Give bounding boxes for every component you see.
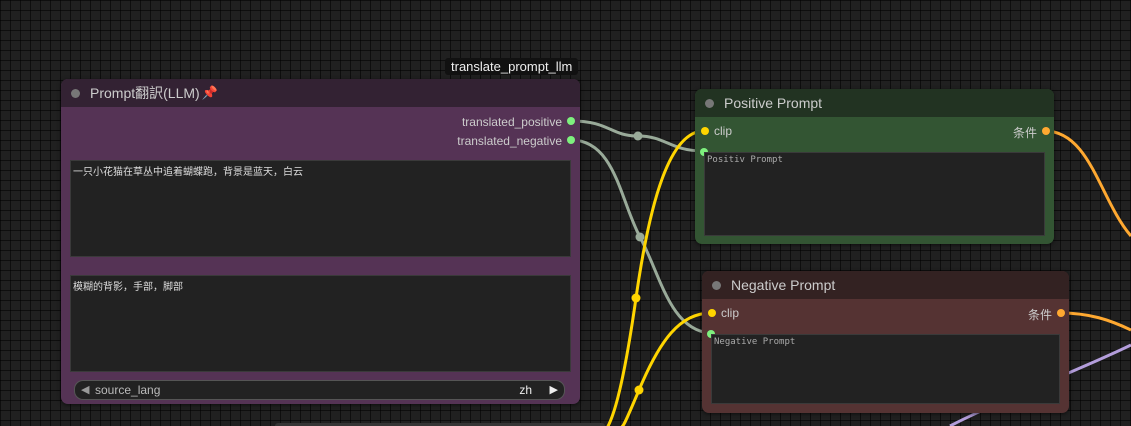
node-title: Positive Prompt <box>724 95 823 111</box>
combo-label: source_lang <box>95 383 161 397</box>
translate-node[interactable]: Prompt翻訳(LLM) 📌 translated_positive tran… <box>61 79 580 404</box>
node-title: Prompt翻訳(LLM) <box>90 85 200 101</box>
negative-text-input[interactable]: 模糊的背影，手部，脚部 <box>70 275 571 372</box>
link-translated-negative <box>570 138 711 335</box>
group-badge: translate_prompt_llm <box>445 58 579 75</box>
link-reroute-dot <box>633 131 643 141</box>
collapse-dot-icon[interactable] <box>712 280 721 290</box>
input-slot-clip[interactable] <box>701 127 709 135</box>
negative-node-title-bar[interactable]: Negative Prompt <box>702 271 1069 299</box>
negative-prompt-node[interactable]: Negative Prompt clip 条件 Negative Prompt <box>702 271 1069 413</box>
positive-text-input[interactable]: 一只小花猫在草丛中追着蝴蝶跑，背景是蓝天，白云 <box>70 160 571 257</box>
link-reroute-dot <box>635 232 645 242</box>
output-slot-conditioning[interactable] <box>1042 127 1050 135</box>
increment-arrow-icon[interactable]: ▶ <box>550 383 558 396</box>
input-label-clip: clip <box>721 306 740 320</box>
output-slot-conditioning[interactable] <box>1057 309 1065 317</box>
collapse-dot-icon[interactable] <box>71 88 80 98</box>
output-label-translated-positive: translated_positive <box>461 115 562 129</box>
negative-prompt-textarea[interactable]: Negative Prompt <box>711 334 1060 404</box>
positive-prompt-node[interactable]: Positive Prompt clip 条件 Positiv Prompt <box>695 89 1054 244</box>
node-title: Negative Prompt <box>731 277 836 293</box>
positive-prompt-textarea[interactable]: Positiv Prompt <box>704 152 1045 236</box>
source-lang-combo[interactable]: ◀ source_lang zh ▶ <box>74 380 565 400</box>
output-slot-translated-positive[interactable] <box>567 117 575 125</box>
pushpin-icon: 📌 <box>201 85 218 100</box>
link-clip-negative <box>620 311 712 426</box>
link-reroute-dot <box>631 293 641 303</box>
output-slot-translated-negative[interactable] <box>567 136 575 144</box>
output-label-conditioning: 条件 <box>1012 126 1037 140</box>
input-label-clip: clip <box>714 124 733 138</box>
combo-value: zh <box>519 383 532 397</box>
positive-node-title-bar[interactable]: Positive Prompt <box>695 89 1054 117</box>
link-conditioning-negative <box>1059 311 1131 332</box>
decrement-arrow-icon[interactable]: ◀ <box>81 383 89 396</box>
link-conditioning-positive <box>1044 129 1131 237</box>
input-slot-clip[interactable] <box>708 309 716 317</box>
link-reroute-dot <box>634 385 644 395</box>
link-clip-positive <box>606 129 705 426</box>
output-label-conditioning: 条件 <box>1027 308 1052 322</box>
output-label-translated-negative: translated_negative <box>457 134 562 148</box>
link-translated-positive <box>570 119 704 153</box>
translate-node-title-bar[interactable]: Prompt翻訳(LLM) 📌 <box>61 79 580 107</box>
collapse-dot-icon[interactable] <box>705 98 714 108</box>
